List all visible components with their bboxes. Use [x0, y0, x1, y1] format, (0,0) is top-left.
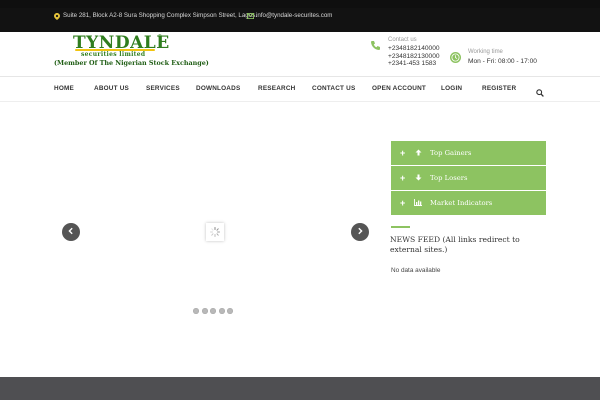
- search-icon[interactable]: [536, 84, 544, 102]
- arrow-down-icon: [413, 174, 423, 183]
- contact-label: Contact us: [388, 37, 417, 43]
- panel-label: Top Losers: [430, 174, 468, 182]
- nav-item-open-account[interactable]: OPEN ACCOUNT: [372, 85, 426, 92]
- logo-member-text: (Member Of The Nigerian Stock Exchange): [54, 59, 209, 67]
- loading-spinner: [206, 223, 224, 241]
- panel-label: Top Gainers: [430, 149, 472, 157]
- nav-item-contact-us[interactable]: CONTACT US: [312, 85, 355, 92]
- nav-item-downloads[interactable]: DOWNLOADS: [196, 85, 240, 92]
- plus-icon: +: [400, 173, 406, 183]
- nav-item-services[interactable]: SERVICES: [146, 85, 180, 92]
- slider-next-button[interactable]: [351, 223, 369, 241]
- phone-number[interactable]: +2341-453 1583: [388, 60, 440, 68]
- chevron-right-icon: [356, 227, 364, 237]
- address-text: Suite 281, Block A2-8 Sura Shopping Comp…: [63, 12, 257, 19]
- nav-divider-top: [0, 76, 600, 77]
- contact-numbers: +2348182140000 +2348182130000 +2341-453 …: [388, 45, 440, 68]
- news-accent-bar: [391, 226, 410, 228]
- logo-registered-mark: ®: [158, 34, 162, 40]
- slider-dot[interactable]: [210, 308, 216, 314]
- phone-number[interactable]: +2348182140000: [388, 45, 440, 53]
- arrow-up-icon: [413, 149, 423, 158]
- envelope-icon: [247, 12, 254, 19]
- panel-label: Market Indicators: [430, 199, 493, 207]
- plus-icon: +: [400, 148, 406, 158]
- chevron-left-icon: [67, 227, 75, 237]
- email-link[interactable]: info@tyndale-securites.com: [256, 12, 332, 19]
- panel-top-losers[interactable]: + Top Losers: [391, 166, 546, 190]
- news-feed-title: NEWS FEED (All links redirect to externa…: [390, 235, 520, 254]
- map-marker-icon: [54, 12, 60, 20]
- news-empty-message: No data available: [391, 267, 441, 274]
- nav-item-register[interactable]: REGISTER: [482, 85, 516, 92]
- logo-subtitle: securities limited: [81, 51, 146, 58]
- bar-chart-icon: [413, 198, 423, 208]
- slider-dot[interactable]: [218, 308, 225, 314]
- address-info: Suite 281, Block A2-8 Sura Shopping Comp…: [54, 12, 257, 20]
- panel-top-gainers[interactable]: + Top Gainers: [391, 141, 546, 165]
- working-hours: Mon - Fri: 08:00 - 17:00: [468, 58, 537, 65]
- clock-icon: [450, 50, 461, 68]
- slider-dot[interactable]: [227, 308, 233, 314]
- phone-icon: [370, 38, 381, 56]
- panel-market-indicators[interactable]: + Market Indicators: [391, 191, 546, 215]
- working-time-label: Working time: [468, 49, 503, 55]
- nav-item-research[interactable]: RESEARCH: [258, 85, 295, 92]
- spinner-icon: [210, 227, 220, 237]
- nav-item-about-us[interactable]: ABOUT US: [94, 85, 129, 92]
- slider-prev-button[interactable]: [62, 223, 80, 241]
- plus-icon: +: [400, 198, 406, 208]
- nav-item-login[interactable]: LOGIN: [441, 85, 462, 92]
- footer-bar: [0, 377, 600, 400]
- nav-item-home[interactable]: HOME: [54, 85, 74, 92]
- email-info[interactable]: info@tyndale-securites.com: [247, 12, 332, 19]
- slider-dot[interactable]: [193, 308, 199, 314]
- nav-divider-bottom: [0, 101, 600, 102]
- slider-dot[interactable]: [201, 308, 208, 314]
- phone-number[interactable]: +2348182130000: [388, 53, 440, 61]
- slider-pagination: [193, 308, 233, 314]
